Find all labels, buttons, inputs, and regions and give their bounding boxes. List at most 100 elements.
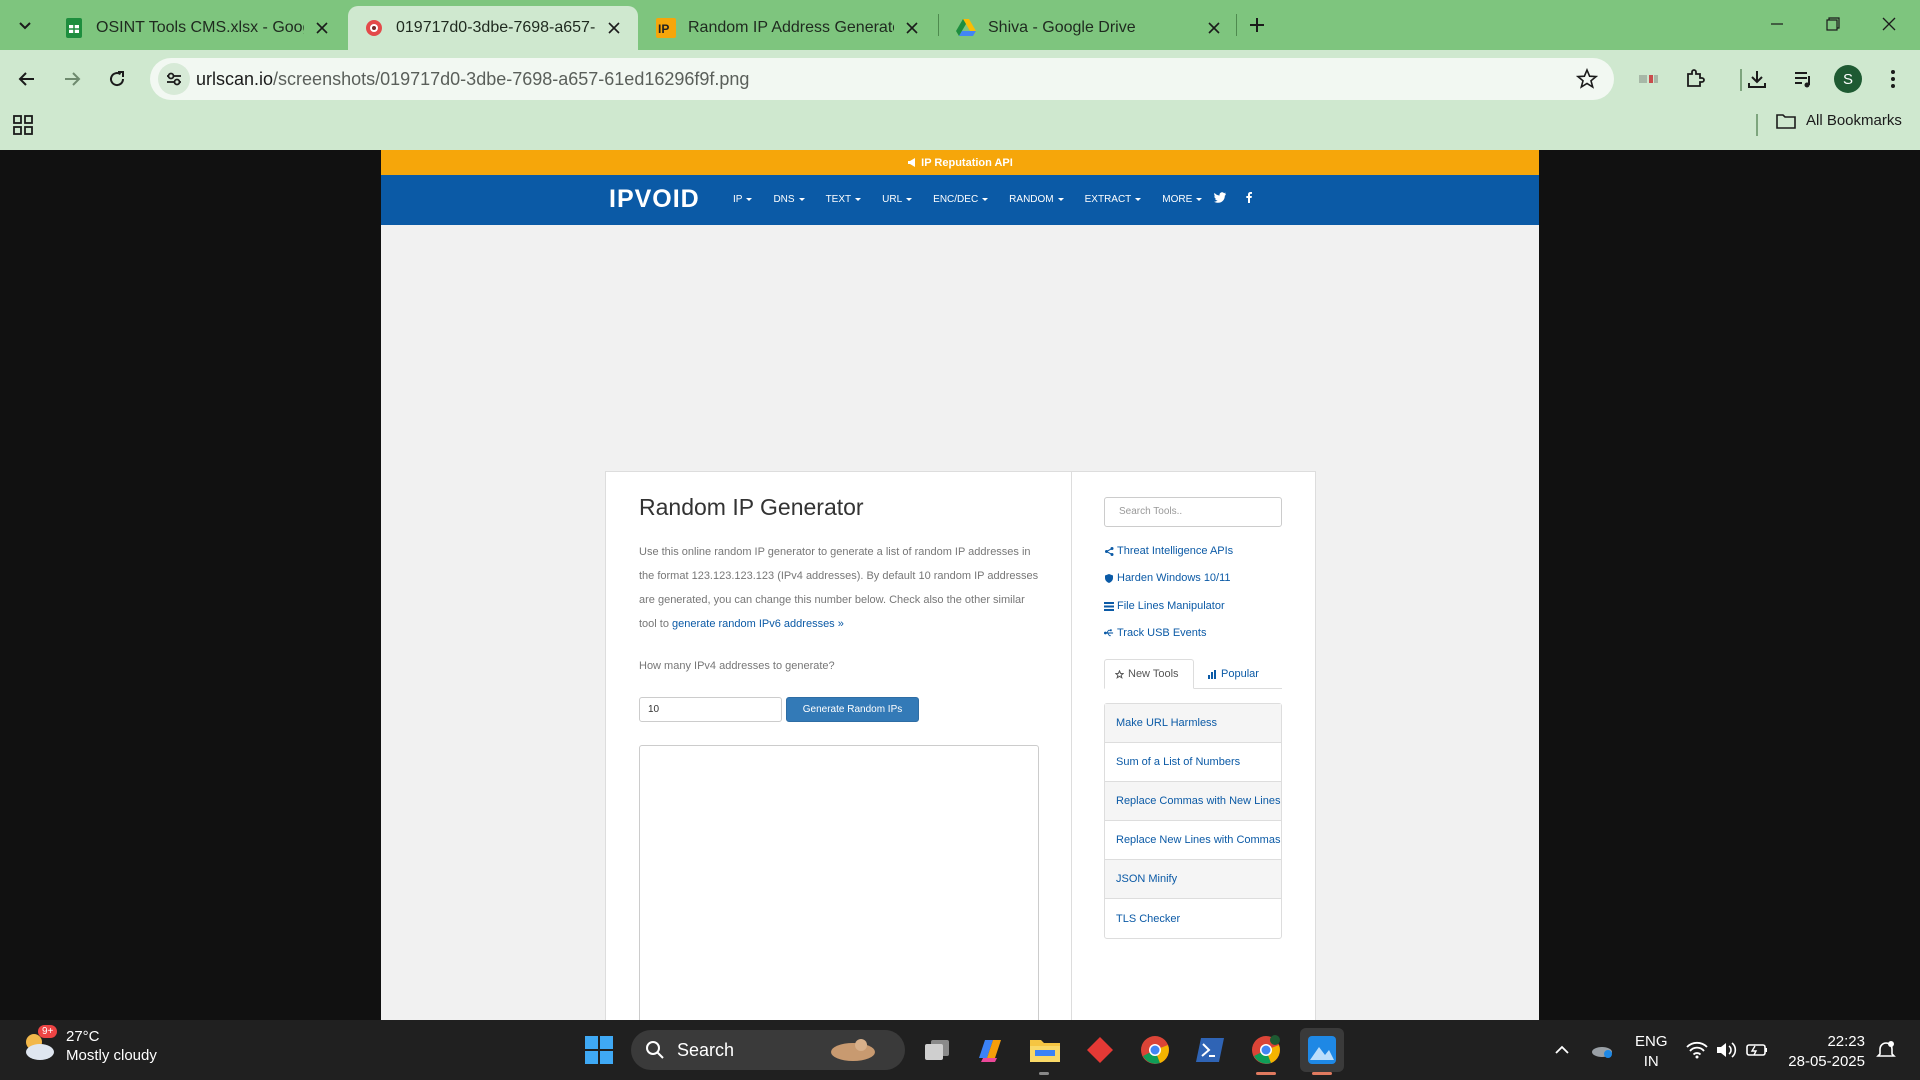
nav-url[interactable]: URL — [882, 194, 913, 205]
nav-more[interactable]: MORE — [1162, 194, 1203, 205]
list-item[interactable]: JSON Minify — [1105, 860, 1281, 899]
powershell-button[interactable] — [1192, 1032, 1228, 1068]
promo-bar[interactable]: IP Reputation API — [381, 150, 1539, 175]
list-icon — [1104, 601, 1114, 611]
restore-button[interactable] — [1810, 8, 1856, 40]
twitter-icon[interactable] — [1214, 192, 1228, 206]
taskbar-search[interactable]: Search — [631, 1030, 905, 1070]
search-label: Search — [677, 1039, 735, 1060]
tab-urlscan-screenshot[interactable]: 019717d0-3dbe-7698-a657-61ed16296f9f.png — [348, 6, 638, 50]
list-item[interactable]: Make URL Harmless — [1105, 704, 1281, 743]
minimize-button[interactable] — [1754, 8, 1800, 40]
clock-time: 22:23 — [1827, 1033, 1865, 1050]
ip-output-textarea[interactable] — [639, 745, 1039, 1020]
url-text[interactable]: urlscan.io/screenshots/019717d0-3dbe-769… — [196, 69, 749, 90]
tool-card: Random IP Generator Use this online rand… — [605, 471, 1316, 1020]
start-button[interactable] — [581, 1032, 617, 1068]
nav-text[interactable]: TEXT — [826, 194, 862, 205]
media-control-button[interactable] — [1788, 64, 1818, 94]
nav-encdec[interactable]: ENC/DEC — [933, 194, 989, 205]
close-icon[interactable] — [1204, 18, 1224, 38]
close-icon[interactable] — [604, 18, 624, 38]
extensions-button[interactable] — [1680, 64, 1710, 94]
volume-icon[interactable] — [1715, 1038, 1739, 1062]
sheets-icon — [64, 18, 84, 38]
downloads-button[interactable] — [1742, 64, 1772, 94]
show-hidden-icons-button[interactable] — [1550, 1038, 1574, 1062]
new-tab-button[interactable] — [1244, 12, 1270, 38]
link-threat-intelligence-apis[interactable]: Threat Intelligence APIs — [1104, 545, 1233, 557]
battery-icon[interactable] — [1745, 1038, 1769, 1062]
link-harden-windows[interactable]: Harden Windows 10/11 — [1104, 572, 1231, 584]
tune-icon — [167, 72, 181, 86]
bookmark-star-button[interactable] — [1576, 68, 1598, 90]
address-bar[interactable]: urlscan.io/screenshots/019717d0-3dbe-769… — [150, 58, 1614, 100]
close-window-button[interactable] — [1866, 8, 1912, 40]
ip-count-input[interactable]: 10 — [639, 697, 782, 722]
running-indicator — [1039, 1072, 1049, 1075]
close-icon[interactable] — [902, 18, 922, 38]
restore-icon — [1826, 17, 1840, 31]
close-icon[interactable] — [312, 18, 332, 38]
facebook-icon[interactable] — [1246, 192, 1260, 206]
notification-icon[interactable] — [1874, 1038, 1898, 1062]
side-link-label: Harden Windows 10/11 — [1117, 572, 1231, 584]
menu-button[interactable] — [1878, 64, 1908, 94]
language-indicator[interactable]: ENG IN — [1635, 1032, 1668, 1072]
nav-ip[interactable]: IP — [733, 194, 753, 205]
tab-separator — [1236, 14, 1237, 36]
tool-description: Use this online random IP generator to g… — [639, 540, 1044, 636]
back-button[interactable] — [10, 62, 44, 96]
generate-random-ips-button[interactable]: Generate Random IPs — [786, 697, 919, 722]
site-logo[interactable]: IPVOID — [609, 185, 700, 214]
list-item[interactable]: Sum of a List of Numbers — [1105, 743, 1281, 782]
ipvoid-favicon: IP — [656, 18, 676, 38]
list-item[interactable]: TLS Checker — [1105, 899, 1281, 938]
tab-search-button[interactable] — [10, 10, 40, 40]
language-code: ENG — [1635, 1033, 1668, 1050]
all-bookmarks-button[interactable]: All Bookmarks — [1776, 112, 1902, 129]
search-tools-input[interactable]: Search Tools.. — [1104, 497, 1282, 527]
file-explorer-button[interactable] — [1027, 1032, 1063, 1068]
chrome-button[interactable] — [1137, 1032, 1173, 1068]
onedrive-icon[interactable] — [1590, 1038, 1614, 1062]
temperature-label: 27°C — [66, 1028, 100, 1045]
side-link-label: File Lines Manipulator — [1117, 600, 1225, 612]
forward-button[interactable] — [55, 62, 89, 96]
link-file-lines-manipulator[interactable]: File Lines Manipulator — [1104, 600, 1225, 612]
bookmark-divider — [1756, 114, 1758, 136]
list-item[interactable]: Replace Commas with New Lines — [1105, 782, 1281, 821]
tab-popular[interactable]: Popular — [1198, 659, 1269, 689]
task-view-icon — [925, 1040, 949, 1060]
terminal-icon — [1196, 1038, 1224, 1062]
task-view-button[interactable] — [919, 1032, 955, 1068]
tab-title: OSINT Tools CMS.xlsx - Google Sheets — [96, 19, 304, 36]
photos-app-button[interactable] — [1300, 1028, 1344, 1072]
app-diamond-button[interactable] — [1082, 1032, 1118, 1068]
copilot-button[interactable] — [972, 1032, 1008, 1068]
tab-title: Shiva - Google Drive — [988, 19, 1136, 36]
link-track-usb-events[interactable]: Track USB Events — [1104, 627, 1206, 639]
minimize-icon — [1771, 23, 1783, 25]
system-clock[interactable]: 22:23 28-05-2025 — [1787, 1032, 1865, 1072]
cast-indicator-icon[interactable] — [1634, 64, 1664, 94]
tab-random-ip-generator[interactable]: IP Random IP Address Generator, Generate… — [640, 6, 936, 50]
nav-extract[interactable]: EXTRACT — [1085, 194, 1142, 205]
weather-widget[interactable]: 9+ 27°C Mostly cloudy — [20, 1025, 157, 1065]
wifi-icon[interactable] — [1685, 1038, 1709, 1062]
plus-icon — [1250, 18, 1264, 32]
profile-avatar[interactable]: S — [1834, 65, 1862, 93]
apps-grid-icon[interactable] — [12, 114, 36, 138]
nav-random[interactable]: RANDOM — [1009, 194, 1064, 205]
site-info-button[interactable] — [158, 63, 190, 95]
tab-osint-sheets[interactable]: OSINT Tools CMS.xlsx - Google Sheets — [48, 6, 346, 50]
tab-strip: OSINT Tools CMS.xlsx - Google Sheets 019… — [0, 0, 1920, 50]
chrome-profile-button[interactable] — [1248, 1032, 1284, 1068]
list-item[interactable]: Replace New Lines with Commas — [1105, 821, 1281, 860]
reload-button[interactable] — [100, 62, 134, 96]
shield-icon — [1104, 573, 1114, 583]
tab-google-drive[interactable]: Shiva - Google Drive — [940, 6, 1238, 50]
nav-dns[interactable]: DNS — [773, 194, 805, 205]
ipv6-generator-link[interactable]: generate random IPv6 addresses » — [672, 618, 844, 630]
tab-new-tools[interactable]: New Tools — [1104, 659, 1194, 689]
